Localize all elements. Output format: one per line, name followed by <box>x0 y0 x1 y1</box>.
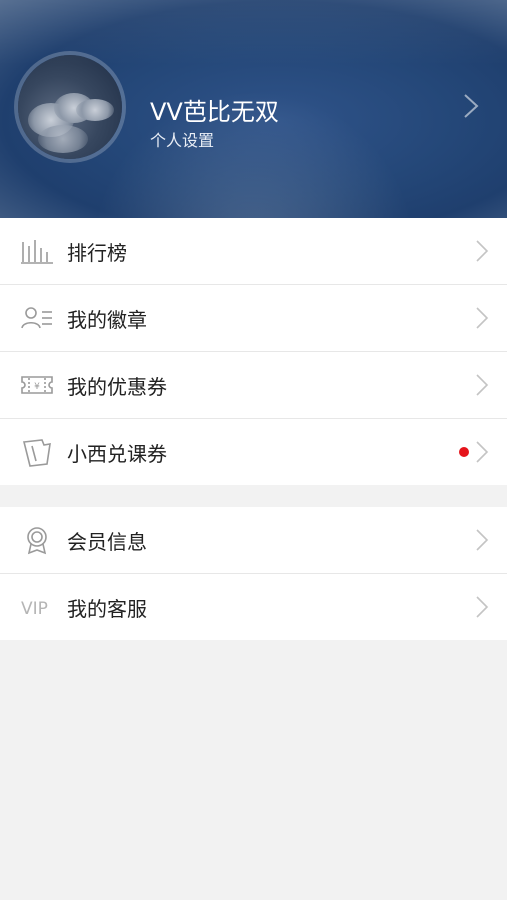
personal-settings-link[interactable]: 个人设置 <box>150 127 214 151</box>
ticket-icon <box>23 439 51 467</box>
menu-group-primary: 排行榜 我的徽章 ¥ 我的优惠券 小西兑课券 <box>0 218 507 485</box>
chevron-right-icon[interactable] <box>459 92 483 120</box>
menu-item-customer-service[interactable]: VIP 我的客服 <box>0 574 507 640</box>
chevron-right-icon <box>476 240 489 262</box>
notification-dot <box>459 447 469 457</box>
chevron-right-icon <box>476 596 489 618</box>
chevron-right-icon <box>476 307 489 329</box>
vip-icon: VIP <box>21 599 48 619</box>
medal-icon <box>27 527 47 555</box>
chevron-right-icon <box>476 441 489 463</box>
menu-item-membership-info[interactable]: 会员信息 <box>0 507 507 574</box>
menu-item-course-vouchers[interactable]: 小西兑课券 <box>0 419 507 485</box>
chevron-right-icon <box>476 374 489 396</box>
section-divider <box>0 485 507 507</box>
menu-item-leaderboard[interactable]: 排行榜 <box>0 218 507 285</box>
svg-text:VIP: VIP <box>21 599 48 619</box>
menu-item-label: 排行榜 <box>67 240 127 265</box>
username: VV芭比无双 <box>150 98 279 126</box>
profile-header[interactable]: VV芭比无双 个人设置 <box>0 0 507 218</box>
menu-item-label: 小西兑课券 <box>67 441 167 466</box>
coupon-icon: ¥ <box>21 376 53 394</box>
bar-chart-icon <box>21 240 53 264</box>
svg-text:¥: ¥ <box>34 382 40 392</box>
menu-item-label: 我的徽章 <box>67 307 147 332</box>
avatar[interactable] <box>18 55 122 159</box>
user-list-icon <box>21 307 52 329</box>
menu-item-coupons[interactable]: ¥ 我的优惠券 <box>0 352 507 419</box>
menu-group-secondary: 会员信息 VIP 我的客服 <box>0 507 507 640</box>
menu-item-badges[interactable]: 我的徽章 <box>0 285 507 352</box>
menu-item-label: 我的客服 <box>67 596 147 621</box>
menu-item-label: 会员信息 <box>67 529 147 554</box>
chevron-right-icon <box>476 529 489 551</box>
menu-item-label: 我的优惠券 <box>67 374 167 399</box>
